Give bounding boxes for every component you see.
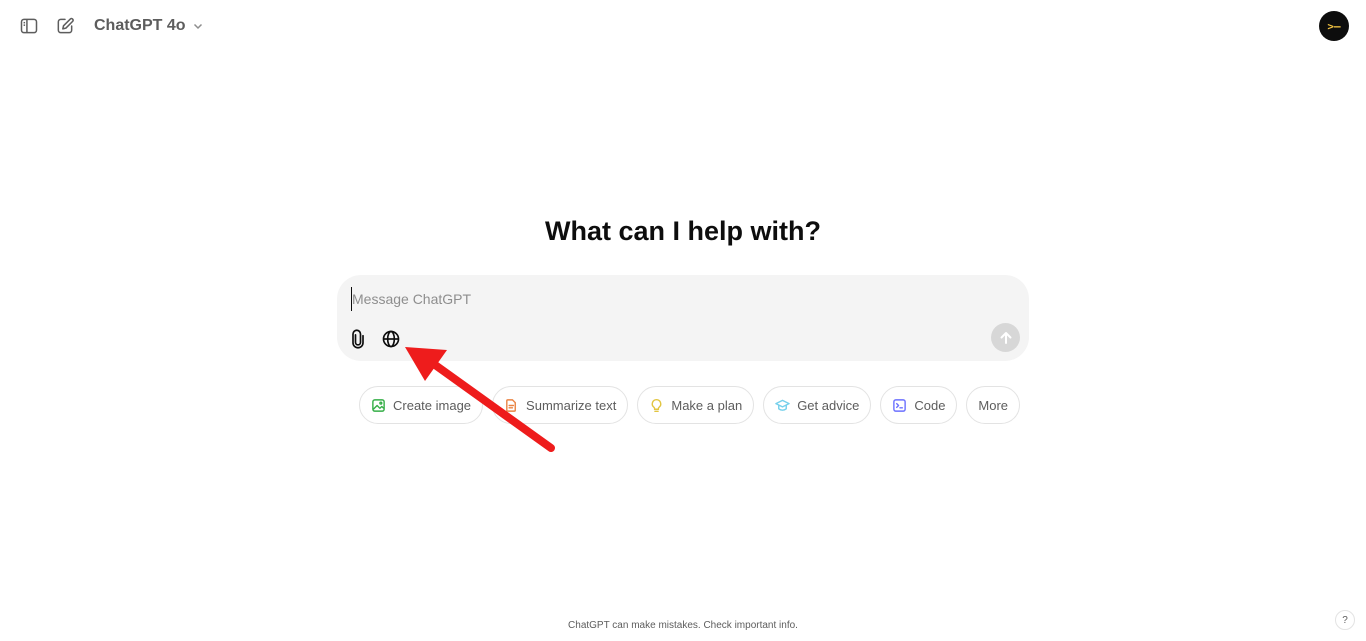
message-input[interactable]: [351, 287, 954, 311]
top-header: ChatGPT 4o >–: [0, 0, 1366, 52]
graduation-cap-icon: [775, 399, 790, 411]
model-selector[interactable]: ChatGPT 4o: [86, 12, 212, 40]
arrow-up-icon: [1000, 331, 1011, 344]
chip-create-image[interactable]: Create image: [359, 386, 484, 424]
terminal-icon: [893, 398, 907, 412]
chip-label: More: [978, 397, 1009, 413]
chip-label: Get advice: [797, 397, 860, 413]
web-search-button[interactable]: [377, 325, 405, 353]
chip-get-advice[interactable]: Get advice: [763, 386, 872, 424]
sidebar-toggle-icon: [20, 18, 38, 34]
document-icon: [506, 398, 516, 412]
page-title: What can I help with?: [545, 216, 821, 246]
chip-make-a-plan[interactable]: Make a plan: [637, 386, 755, 424]
globe-icon: [382, 330, 400, 348]
chip-code[interactable]: Code: [880, 386, 958, 424]
disclaimer-text: ChatGPT can make mistakes. Check importa…: [568, 620, 798, 631]
new-chat-button[interactable]: [51, 12, 79, 40]
chip-label: Code: [914, 397, 946, 413]
help-button[interactable]: ?: [1335, 610, 1355, 630]
new-chat-icon: [57, 17, 74, 34]
sidebar-toggle-button[interactable]: [15, 12, 43, 40]
send-button[interactable]: [991, 323, 1020, 352]
chevron-down-icon: [193, 23, 202, 30]
message-composer: [337, 275, 1029, 361]
chip-label: Make a plan: [671, 397, 743, 413]
chip-label: Create image: [393, 397, 472, 413]
image-icon: [372, 398, 385, 412]
avatar[interactable]: >–: [1319, 11, 1349, 41]
paperclip-icon: [352, 329, 364, 349]
model-name: ChatGPT 4o: [94, 17, 186, 34]
chatgpt-home-page: ChatGPT 4o >– What can I help with? Mess…: [0, 0, 1366, 641]
suggestion-chips: Create image Summarize text Make a plan …: [359, 386, 1021, 424]
chip-label: Summarize text: [526, 397, 617, 413]
chip-summarize-text[interactable]: Summarize text: [492, 386, 629, 424]
attach-file-button[interactable]: [344, 325, 372, 353]
chip-more[interactable]: More: [966, 386, 1021, 424]
lightbulb-icon: [651, 398, 662, 412]
